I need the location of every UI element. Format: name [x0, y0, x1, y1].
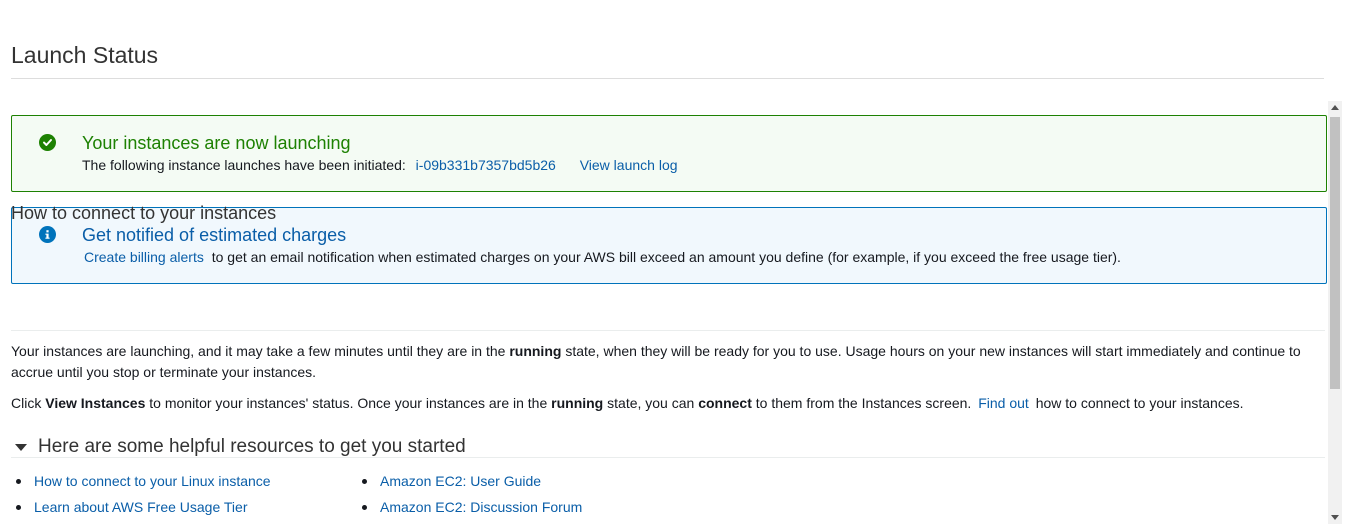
bullet-icon — [362, 479, 367, 484]
para2-text-5: how to connect to your instances. — [1035, 395, 1244, 411]
info-alert-body: Create billing alerts to get an email no… — [84, 249, 1121, 265]
resources-list-left: How to connect to your Linux instance Le… — [16, 473, 271, 525]
view-instances-paragraph: Click View Instances to monitor your ins… — [11, 393, 1316, 414]
info-alert-title: Get notified of estimated charges — [82, 225, 347, 245]
resources-heading: Here are some helpful resources to get y… — [38, 436, 466, 457]
connect-linux-instance-link[interactable]: How to connect to your Linux instance — [34, 473, 271, 490]
check-circle-icon — [39, 134, 56, 151]
para1-text-1: Your instances are launching, and it may… — [11, 343, 510, 359]
ec2-user-guide-link[interactable]: Amazon EC2: User Guide — [380, 473, 541, 490]
success-alert-text: The following instance launches have bee… — [82, 157, 406, 173]
para2-running: running — [551, 395, 604, 411]
list-item: How to connect to your Linux instance — [16, 473, 271, 499]
bullet-icon — [362, 505, 367, 510]
scroll-down-icon[interactable] — [1331, 515, 1339, 520]
caret-down-icon — [15, 443, 27, 451]
para2-connect: connect — [698, 395, 752, 411]
create-billing-alerts-link[interactable]: Create billing alerts — [84, 249, 204, 265]
resources-list-right: Amazon EC2: User Guide Amazon EC2: Discu… — [362, 473, 582, 525]
resources-toggle[interactable]: Here are some helpful resources to get y… — [11, 436, 466, 458]
scroll-up-icon[interactable] — [1331, 105, 1339, 110]
free-usage-tier-link[interactable]: Learn about AWS Free Usage Tier — [34, 499, 247, 516]
para2-text-4: to them from the Instances screen. — [751, 395, 972, 411]
para2-text-2: to monitor your instances' status. Once … — [145, 395, 552, 411]
para2-view-instances: View Instances — [45, 395, 146, 411]
list-item: Amazon EC2: Discussion Forum — [362, 499, 582, 525]
find-out-link[interactable]: Find out — [978, 395, 1029, 411]
launch-success-alert: Your instances are now launching The fol… — [11, 115, 1327, 192]
ec2-discussion-forum-link[interactable]: Amazon EC2: Discussion Forum — [380, 499, 582, 516]
connect-divider — [11, 330, 1325, 331]
info-circle-icon — [39, 226, 56, 243]
view-launch-log-link[interactable]: View launch log — [580, 157, 678, 173]
success-alert-body: The following instance launches have bee… — [82, 157, 678, 173]
list-item: Learn about AWS Free Usage Tier — [16, 499, 271, 525]
para2-text-1: Click — [11, 395, 46, 411]
para1-running: running — [509, 343, 562, 359]
launch-status-page: Launch Status Your instances are now lau… — [0, 0, 1357, 529]
connect-heading: How to connect to your instances — [11, 203, 277, 223]
title-divider — [11, 78, 1324, 79]
launch-info-paragraph: Your instances are launching, and it may… — [11, 341, 1316, 383]
para2-text-3: state, you can — [603, 395, 699, 411]
vertical-scrollbar[interactable] — [1328, 101, 1342, 524]
page-title: Launch Status — [11, 42, 159, 68]
list-item: Amazon EC2: User Guide — [362, 473, 582, 499]
resources-divider — [11, 457, 1325, 458]
success-alert-title: Your instances are now launching — [82, 133, 351, 153]
scrollbar-thumb[interactable] — [1330, 117, 1340, 389]
bullet-icon — [16, 479, 21, 484]
instance-id-link[interactable]: i-09b331b7357bd5b26 — [416, 157, 556, 173]
scroll-content[interactable]: Your instances are now launching The fol… — [0, 101, 1328, 529]
bullet-icon — [16, 505, 21, 510]
info-alert-text: to get an email notification when estima… — [211, 249, 1121, 265]
